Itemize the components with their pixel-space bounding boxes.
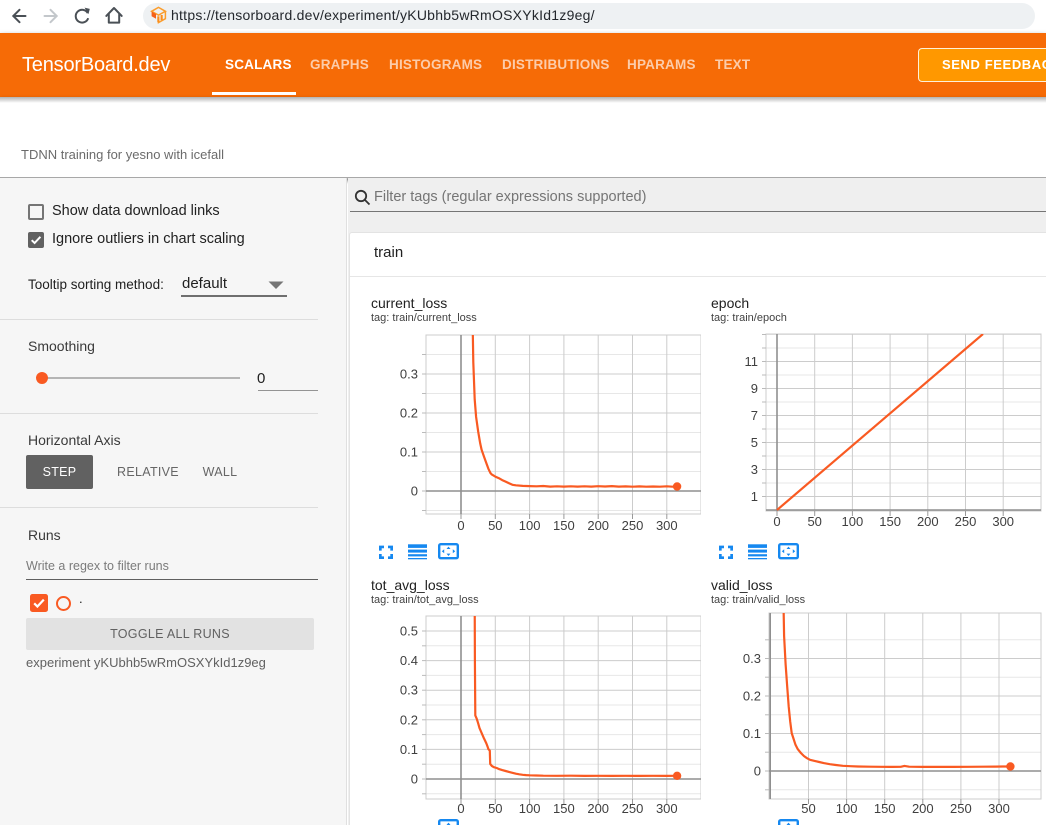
svg-text:50: 50	[807, 514, 821, 529]
svg-text:50: 50	[801, 801, 815, 816]
svg-text:0: 0	[411, 772, 418, 787]
svg-text:200: 200	[912, 801, 934, 816]
svg-text:0.1: 0.1	[400, 742, 418, 757]
svg-text:200: 200	[587, 518, 609, 533]
svg-text:300: 300	[992, 514, 1014, 529]
svg-text:0: 0	[754, 764, 761, 779]
svg-text:100: 100	[836, 801, 858, 816]
svg-text:0.3: 0.3	[400, 367, 418, 382]
svg-text:150: 150	[553, 801, 575, 816]
svg-text:0.2: 0.2	[400, 712, 418, 727]
svg-text:0.5: 0.5	[400, 624, 418, 639]
svg-text:50: 50	[488, 518, 502, 533]
svg-text:0: 0	[411, 484, 418, 499]
svg-text:300: 300	[656, 518, 678, 533]
svg-text:300: 300	[988, 801, 1010, 816]
svg-text:0: 0	[457, 801, 464, 816]
svg-text:0.1: 0.1	[400, 445, 418, 460]
svg-text:0.3: 0.3	[743, 651, 761, 666]
svg-text:0.2: 0.2	[400, 406, 418, 421]
svg-text:200: 200	[587, 801, 609, 816]
svg-text:150: 150	[874, 801, 896, 816]
svg-text:0.1: 0.1	[743, 726, 761, 741]
svg-text:100: 100	[842, 514, 864, 529]
svg-text:150: 150	[879, 514, 901, 529]
svg-text:250: 250	[950, 801, 972, 816]
svg-text:300: 300	[656, 801, 678, 816]
svg-text:0.4: 0.4	[400, 653, 418, 668]
svg-text:0.3: 0.3	[400, 683, 418, 698]
svg-text:0: 0	[773, 514, 780, 529]
svg-text:0: 0	[457, 518, 464, 533]
svg-text:5: 5	[751, 435, 758, 450]
svg-text:7: 7	[751, 408, 758, 423]
svg-text:100: 100	[519, 518, 541, 533]
svg-text:9: 9	[751, 381, 758, 396]
svg-text:3: 3	[751, 462, 758, 477]
svg-text:250: 250	[622, 518, 644, 533]
svg-text:11: 11	[745, 354, 759, 369]
svg-text:200: 200	[917, 514, 939, 529]
svg-text:50: 50	[488, 801, 502, 816]
svg-text:250: 250	[622, 801, 644, 816]
svg-text:150: 150	[553, 518, 575, 533]
svg-text:1: 1	[751, 489, 758, 504]
svg-text:250: 250	[955, 514, 977, 529]
svg-text:100: 100	[519, 801, 541, 816]
svg-text:0.2: 0.2	[743, 689, 761, 704]
